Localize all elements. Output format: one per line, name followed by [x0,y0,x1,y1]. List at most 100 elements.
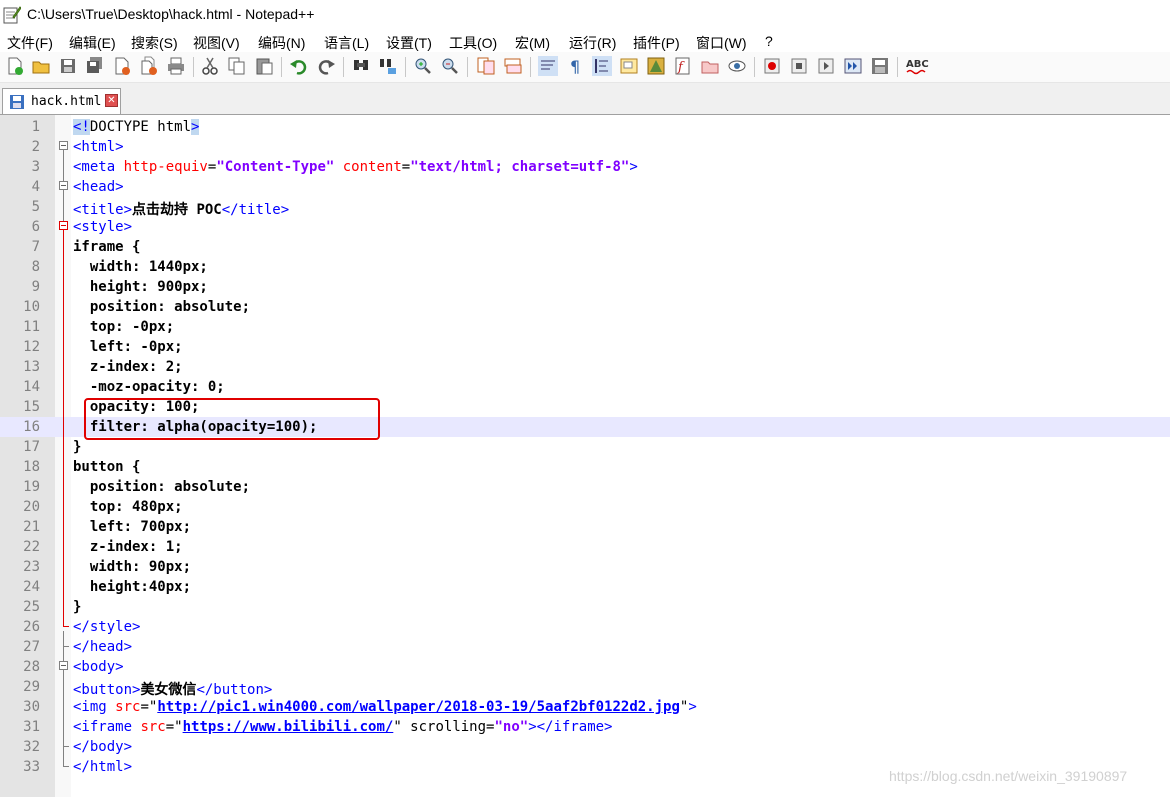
cut-icon[interactable] [200,56,220,76]
code-line[interactable]: 24 height:40px; [0,577,1170,597]
code-line[interactable]: 29 <button>美女微信</button> [0,677,1170,698]
function-list-icon[interactable]: f [673,56,693,76]
code-line[interactable]: 13 z-index: 2; [0,357,1170,377]
redo-icon[interactable] [316,56,336,76]
code-line[interactable]: 8 width: 1440px; [0,257,1170,277]
code-line[interactable]: 11 top: -0px; [0,317,1170,337]
find-icon[interactable] [351,56,371,76]
menu-encoding[interactable]: 编码(N) [258,33,305,53]
fold-toggle-head[interactable] [59,181,68,190]
code-line[interactable]: 30 <img src="http://pic1.win4000.com/wall… [0,697,1170,717]
run-macro-multi-icon[interactable] [843,56,863,76]
code-line[interactable]: 4 <head> [0,177,1170,197]
code-line[interactable]: 9 height: 900px; [0,277,1170,297]
print-icon[interactable] [166,56,186,76]
code-line[interactable]: 31 <iframe src="https://www.bilibili.com/… [0,717,1170,737]
code-line[interactable]: 32 </body> [0,737,1170,757]
sync-v-icon[interactable] [476,56,496,76]
close-all-icon[interactable] [139,56,159,76]
line-number: 16 [23,419,40,435]
code-line[interactable]: 1 <!DOCTYPE html> [0,117,1170,137]
undo-icon[interactable] [289,56,309,76]
code-line[interactable]: 23 width: 90px; [0,557,1170,577]
paste-icon[interactable] [254,56,274,76]
line-number: 17 [23,439,40,455]
sync-h-icon[interactable] [503,56,523,76]
menu-language[interactable]: 语言(L) [324,33,369,53]
code-line[interactable]: 18 button { [0,457,1170,477]
code-text: <title>点击劫持 POC</title> [73,199,289,219]
word-wrap-icon[interactable] [538,56,558,76]
code-token: > [629,159,638,175]
code-text: top: 480px; [73,499,183,515]
code-line[interactable]: 14 -moz-opacity: 0; [0,377,1170,397]
fold-toggle-body[interactable] [59,661,68,670]
save-macro-icon[interactable] [870,56,890,76]
doc-map-icon[interactable] [646,56,666,76]
code-line[interactable]: 21 left: 700px; [0,517,1170,537]
code-token: <html> [73,139,124,155]
tab-hack-html[interactable]: hack.html ✕ [2,88,121,114]
code-text: </style> [73,619,140,635]
new-file-icon[interactable] [5,56,25,76]
code-line[interactable]: 26 </style> [0,617,1170,637]
zoom-in-icon[interactable] [413,56,433,76]
line-number: 18 [23,459,40,475]
code-line[interactable]: 27 </head> [0,637,1170,657]
code-token: width: 1440px; [73,259,208,275]
menu-plugins[interactable]: 插件(P) [633,33,680,53]
code-line[interactable]: 6 <style> [0,217,1170,237]
save-all-icon[interactable] [85,56,105,76]
menu-file[interactable]: 文件(F) [7,33,53,53]
show-all-chars-icon[interactable]: ¶ [565,56,585,76]
code-line[interactable]: 19 position: absolute; [0,477,1170,497]
open-file-icon[interactable] [31,56,51,76]
folder-workspace-icon[interactable] [700,56,720,76]
menu-macro[interactable]: 宏(M) [515,33,550,53]
code-editor[interactable]: 1 <!DOCTYPE html> 2 <html> 3 <meta http-equiv… [0,115,1170,797]
copy-icon[interactable] [227,56,247,76]
fold-toggle-html[interactable] [59,141,68,150]
tab-close-icon[interactable]: ✕ [105,94,118,107]
code-line[interactable]: 17} [0,437,1170,457]
spell-check-icon[interactable]: ABC [905,56,929,76]
code-text: </head> [73,639,132,655]
indent-guide-icon[interactable] [592,56,612,76]
menu-search[interactable]: 搜索(S) [131,33,178,53]
code-token: width: 90px; [73,559,192,575]
code-text: <iframe src="https://www.bilibili.com/" … [73,719,612,735]
menu-help[interactable]: ? [765,33,773,49]
code-text: height: 900px; [73,279,208,295]
menu-tools[interactable]: 工具(O) [449,33,497,53]
user-lang-icon[interactable] [619,56,639,76]
menu-settings[interactable]: 设置(T) [386,33,432,53]
fold-toggle-style[interactable] [59,221,68,230]
replace-icon[interactable] [378,56,398,76]
zoom-out-icon[interactable] [440,56,460,76]
code-text: } [73,439,81,455]
code-line[interactable]: 28 <body> [0,657,1170,677]
save-icon[interactable] [58,56,78,76]
menu-window[interactable]: 窗口(W) [696,33,747,53]
code-line[interactable]: 22 z-index: 1; [0,537,1170,557]
code-line[interactable]: 3 <meta http-equiv = "Content-Type" content… [0,157,1170,177]
code-token: http://pic1.win4000.com/wallpaper/2018-0… [157,699,680,715]
code-line[interactable]: 5 <title>点击劫持 POC</title> [0,197,1170,219]
code-text: } [73,599,81,615]
record-macro-icon[interactable] [762,56,782,76]
code-line[interactable]: 12 left: -0px; [0,337,1170,357]
code-line[interactable]: 7 iframe { [0,237,1170,257]
code-line[interactable]: 2 <html> [0,137,1170,157]
play-macro-icon[interactable] [816,56,836,76]
notepad-app-icon [3,5,22,24]
menu-edit[interactable]: 编辑(E) [69,33,116,53]
code-line[interactable]: 10 position: absolute; [0,297,1170,317]
code-text: width: 1440px; [73,259,208,275]
menu-view[interactable]: 视图(V) [193,33,240,53]
stop-macro-icon[interactable] [789,56,809,76]
code-line[interactable]: 25} [0,597,1170,617]
menu-run[interactable]: 运行(R) [569,33,616,53]
monitor-icon[interactable] [727,56,747,76]
close-icon[interactable] [112,56,132,76]
code-line[interactable]: 20 top: 480px; [0,497,1170,517]
